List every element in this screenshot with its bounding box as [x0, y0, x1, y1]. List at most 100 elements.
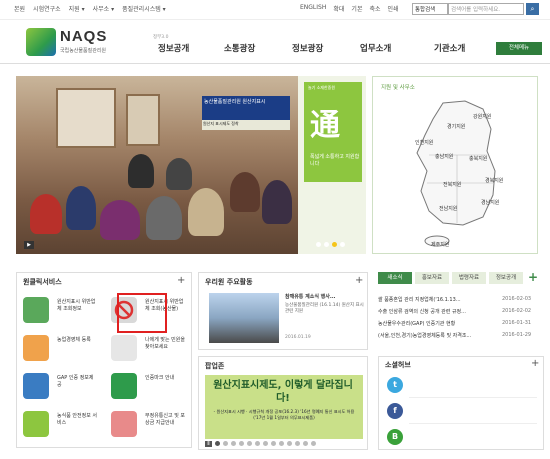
news-date: 2016-02-03: [502, 296, 532, 302]
nav-divider: [0, 63, 550, 64]
map-region[interactable]: 제주지원: [431, 241, 449, 248]
popup-dot[interactable]: [239, 441, 244, 446]
nav-work-intro[interactable]: 업무소개: [360, 42, 391, 54]
service-label: 원산지표시 위반업체 조회정보: [57, 299, 96, 312]
zoom-in-button[interactable]: 확대: [333, 4, 344, 13]
map-region[interactable]: 전남지원: [439, 205, 457, 212]
link-research[interactable]: 시험연구소: [33, 4, 61, 13]
zoom-out-button[interactable]: 축소: [369, 4, 380, 13]
link-branches[interactable]: 지원 ▾: [69, 4, 85, 13]
hero-dot-active[interactable]: [332, 242, 337, 247]
news-title[interactable]: 쌀 품종혼입 관리 지정업체('16.1.13...: [378, 296, 494, 303]
map-region[interactable]: 인천지원: [415, 139, 433, 146]
search-icon[interactable]: ⌕: [526, 3, 539, 15]
service-item[interactable]: GAP 인증 정보제공: [19, 371, 99, 405]
divider: [409, 397, 537, 398]
news-title[interactable]: 수출 인삼류 검역의 신청 공개 관련 규정...: [378, 308, 494, 315]
map-region[interactable]: 경남지원: [481, 199, 499, 206]
link-english[interactable]: ENGLISH: [300, 4, 326, 13]
more-icon[interactable]: +: [531, 358, 539, 369]
link-main-office[interactable]: 본원: [14, 4, 25, 13]
nav-info-plaza[interactable]: 정보광장: [292, 42, 323, 54]
popup-dot[interactable]: [311, 441, 316, 446]
tab-disclosure[interactable]: 정보공개: [489, 272, 523, 284]
service-item[interactable]: 농식품 안전정보 서비스: [19, 409, 99, 443]
service-item[interactable]: 농업경영체 등록: [19, 333, 99, 367]
popup-dot[interactable]: [231, 441, 236, 446]
twitter-icon[interactable]: t: [387, 377, 403, 393]
activity-headline[interactable]: 참깨유통 계소식 행사...: [285, 293, 365, 300]
tab-news[interactable]: 새소식: [378, 272, 412, 284]
hero-dot[interactable]: [324, 242, 329, 247]
zoom-reset-button[interactable]: 기본: [351, 4, 362, 13]
popup-dot[interactable]: [263, 441, 268, 446]
hero-photo-banner-sub: 원산지 표시제도 정착: [202, 120, 290, 130]
search-scope-select[interactable]: 통합검색: [412, 3, 448, 15]
popup-dot[interactable]: [295, 441, 300, 446]
link-quality-system[interactable]: 품질관리시스템 ▾: [122, 4, 166, 13]
hero-photo: 농산물품질관리원 원산지표시 원산지 표시제도 정착: [16, 76, 298, 254]
popup-dot[interactable]: [223, 441, 228, 446]
social-hub: 소셜허브 + t f B: [378, 356, 544, 450]
popup-description: - 원산지표시 시행 · 시행규칙 개정 공포(16.2.3) '16년 명예지…: [213, 409, 355, 420]
popup-dot[interactable]: [279, 441, 284, 446]
news-title[interactable]: 농산물우수관리(GAP) 인증기관 현황: [378, 320, 494, 327]
tab-laws[interactable]: 법령자료: [452, 272, 486, 284]
tab-promo[interactable]: 홍보자료: [415, 272, 449, 284]
link-offices[interactable]: 사무소 ▾: [93, 4, 114, 13]
hero-dot[interactable]: [316, 242, 321, 247]
news-item[interactable]: 쌀 품종혼입 관리 지정업체('16.1.13... 2016-02-03: [378, 296, 544, 308]
map-region[interactable]: 경북지원: [485, 177, 503, 184]
map-region[interactable]: 경기지원: [447, 123, 465, 130]
service-label: 인증마크 안내: [145, 375, 175, 381]
popup-headline: 원산지표시제도, 이렇게 달라집니다!: [213, 380, 353, 404]
more-icon[interactable]: +: [177, 275, 185, 286]
hero-dot[interactable]: [340, 242, 345, 247]
popup-dot[interactable]: [247, 441, 252, 446]
pause-icon[interactable]: Ⅱ: [205, 441, 212, 447]
activity-photo[interactable]: [209, 293, 279, 343]
news-title[interactable]: (서울,인천,경기)농업경영체등록 및 자격조...: [378, 332, 494, 339]
service-item[interactable]: 부정유통신고 및 포상금 지급안내: [107, 409, 187, 443]
more-icon[interactable]: +: [355, 275, 363, 286]
hero-side-panel: 놀기 소재한중원 通 폭넓게 소통하고 지원합니다: [298, 76, 366, 254]
print-button[interactable]: 인쇄: [388, 4, 399, 13]
map-region[interactable]: 강원지원: [473, 113, 491, 120]
all-menu-button[interactable]: 전체메뉴: [496, 42, 542, 55]
map-region[interactable]: 전북지원: [443, 181, 461, 188]
popup-dot[interactable]: [287, 441, 292, 446]
nav-communication[interactable]: 소통광장: [224, 42, 255, 54]
blog-icon[interactable]: B: [387, 429, 403, 445]
service-item[interactable]: 인증마크 안내: [107, 371, 187, 405]
news-item[interactable]: (서울,인천,경기)농업경영체등록 및 자격조... 2016-01-29: [378, 332, 544, 344]
mark-icon: [111, 373, 137, 399]
facebook-icon[interactable]: f: [387, 403, 403, 419]
major-activities: 우리원 주요활동 + 참깨유통 계소식 행사... 농산물품질관리원 (16.1…: [198, 272, 368, 350]
map-title: 지원 및 사무소: [381, 85, 415, 91]
news-item[interactable]: 농산물우수관리(GAP) 인증기관 현황 2016-01-31: [378, 320, 544, 332]
hero-person: [230, 172, 260, 212]
hero-person: [66, 186, 96, 230]
section-title: 원클릭서비스: [23, 278, 62, 286]
nav-org-intro[interactable]: 기관소개: [434, 42, 465, 54]
popup-banner[interactable]: 원산지표시제도, 이렇게 달라집니다! - 원산지표시 시행 · 시행규칙 개정…: [205, 375, 363, 439]
hero-pagination: [316, 242, 345, 247]
nav-info-disclosure[interactable]: 정보공개: [158, 42, 189, 54]
popup-dot[interactable]: [255, 441, 260, 446]
hero-promo-character: 通: [310, 108, 340, 143]
hero-slider[interactable]: 농산물품질관리원 원산지표시 원산지 표시제도 정착 놀기 소재한중원 通 폭넓…: [16, 76, 366, 254]
popup-dot-active[interactable]: [215, 441, 220, 446]
map-region[interactable]: 충북지원: [469, 155, 487, 162]
more-icon[interactable]: +: [528, 270, 538, 284]
service-item[interactable]: 원산지표시 위반업체 조회정보: [19, 295, 99, 329]
hero-person: [146, 196, 182, 240]
map-region[interactable]: 충남지원: [435, 153, 453, 160]
activity-date: 2016.01.19: [285, 335, 311, 340]
popup-dot[interactable]: [303, 441, 308, 446]
service-item[interactable]: 나에게 맞는 민원을 찾아보세요: [107, 333, 187, 367]
doc-icon: [23, 297, 49, 323]
play-icon[interactable]: ▶: [24, 241, 34, 249]
news-item[interactable]: 수출 인삼류 검역의 신청 공개 관련 규정... 2016-02-02: [378, 308, 544, 320]
popup-dot[interactable]: [271, 441, 276, 446]
search-input[interactable]: 검색어를 입력하세요.: [448, 3, 524, 15]
